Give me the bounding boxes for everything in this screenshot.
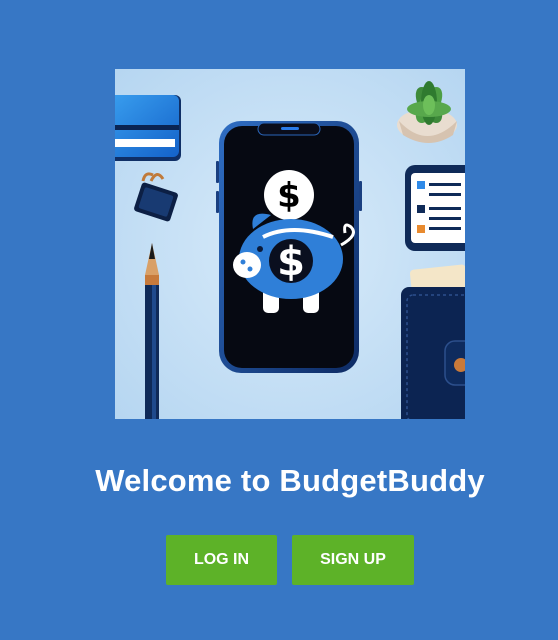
svg-text:$: $ [277, 239, 305, 285]
sign-up-button[interactable]: SIGN UP [292, 535, 414, 585]
hero-illustration: $ $ [115, 69, 465, 419]
welcome-heading: Welcome to BudgetBuddy [95, 463, 485, 498]
checklist-tablet-icon [405, 165, 465, 251]
wallet-icon [401, 264, 465, 419]
credit-card-icon [115, 95, 181, 161]
svg-text:$: $ [277, 176, 301, 216]
dollar-coin-icon: $ [264, 170, 314, 220]
log-in-button[interactable]: LOG IN [166, 535, 277, 585]
pencil-icon [145, 243, 159, 419]
